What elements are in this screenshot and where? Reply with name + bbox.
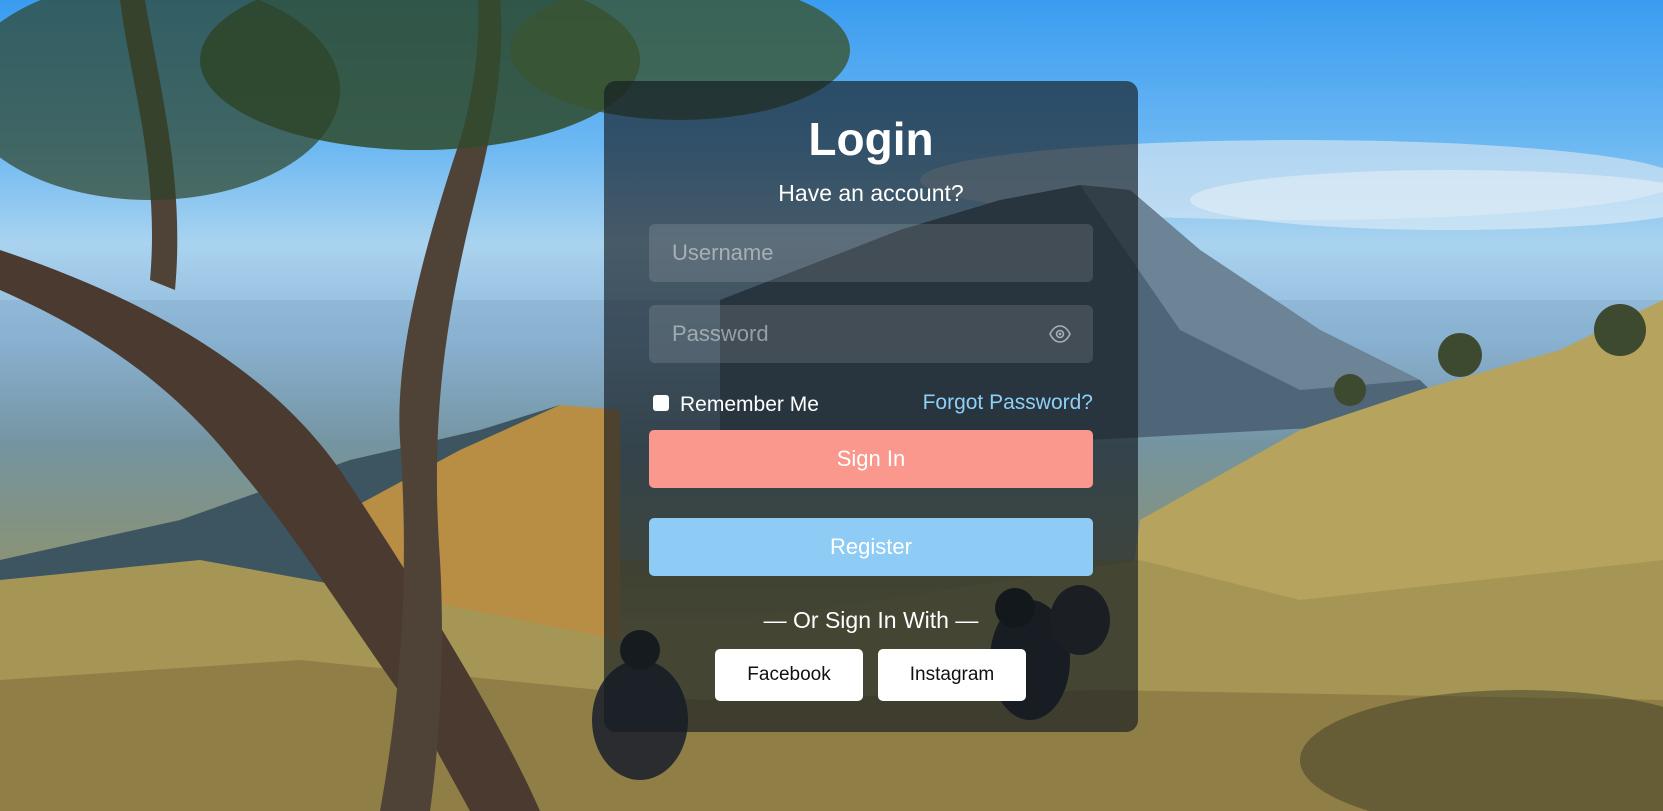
facebook-button[interactable]: Facebook [715,649,863,701]
remember-me[interactable]: Remember Me [649,390,819,416]
forgot-password-link[interactable]: Forgot Password? [923,390,1093,416]
eye-icon[interactable] [1049,325,1071,343]
login-card: Login Have an account? Remember Me Forgo… [604,81,1138,732]
remember-me-checkbox[interactable] [653,395,669,411]
username-input[interactable] [649,224,1093,282]
password-field-container [649,305,1093,363]
login-options-row: Remember Me Forgot Password? [649,384,1093,420]
page-title: Login [808,113,934,165]
social-divider-text: — Or Sign In With — [763,607,979,633]
login-subtitle: Have an account? [778,180,964,206]
username-field-container [649,224,1093,282]
instagram-button[interactable]: Instagram [878,649,1026,701]
register-button[interactable]: Register [649,518,1093,576]
password-input[interactable] [649,305,1093,363]
sign-in-button[interactable]: Sign In [649,430,1093,488]
remember-me-label: Remember Me [680,393,819,416]
